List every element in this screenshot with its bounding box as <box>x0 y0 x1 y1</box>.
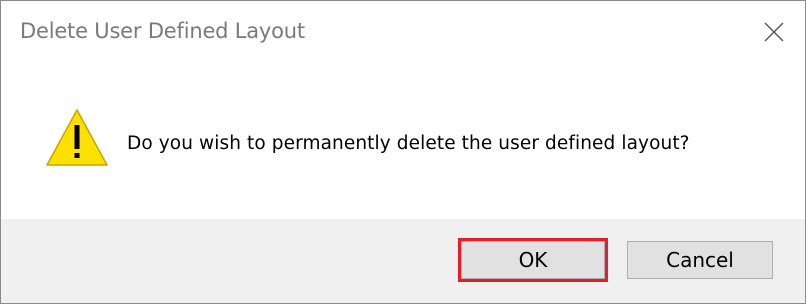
dialog-title: Delete User Defined Layout <box>20 19 305 43</box>
ok-button[interactable]: OK <box>461 241 605 279</box>
cancel-button[interactable]: Cancel <box>627 241 773 279</box>
delete-layout-dialog: Delete User Defined Layout Do you wish t… <box>0 0 806 304</box>
dialog-message: Do you wish to permanently delete the us… <box>127 133 690 154</box>
title-bar[interactable]: Delete User Defined Layout <box>1 1 805 63</box>
close-icon <box>764 22 784 42</box>
dialog-content: Do you wish to permanently delete the us… <box>1 63 805 219</box>
button-bar: OK Cancel <box>1 219 805 303</box>
close-button[interactable] <box>743 1 805 63</box>
warning-icon <box>46 109 108 166</box>
